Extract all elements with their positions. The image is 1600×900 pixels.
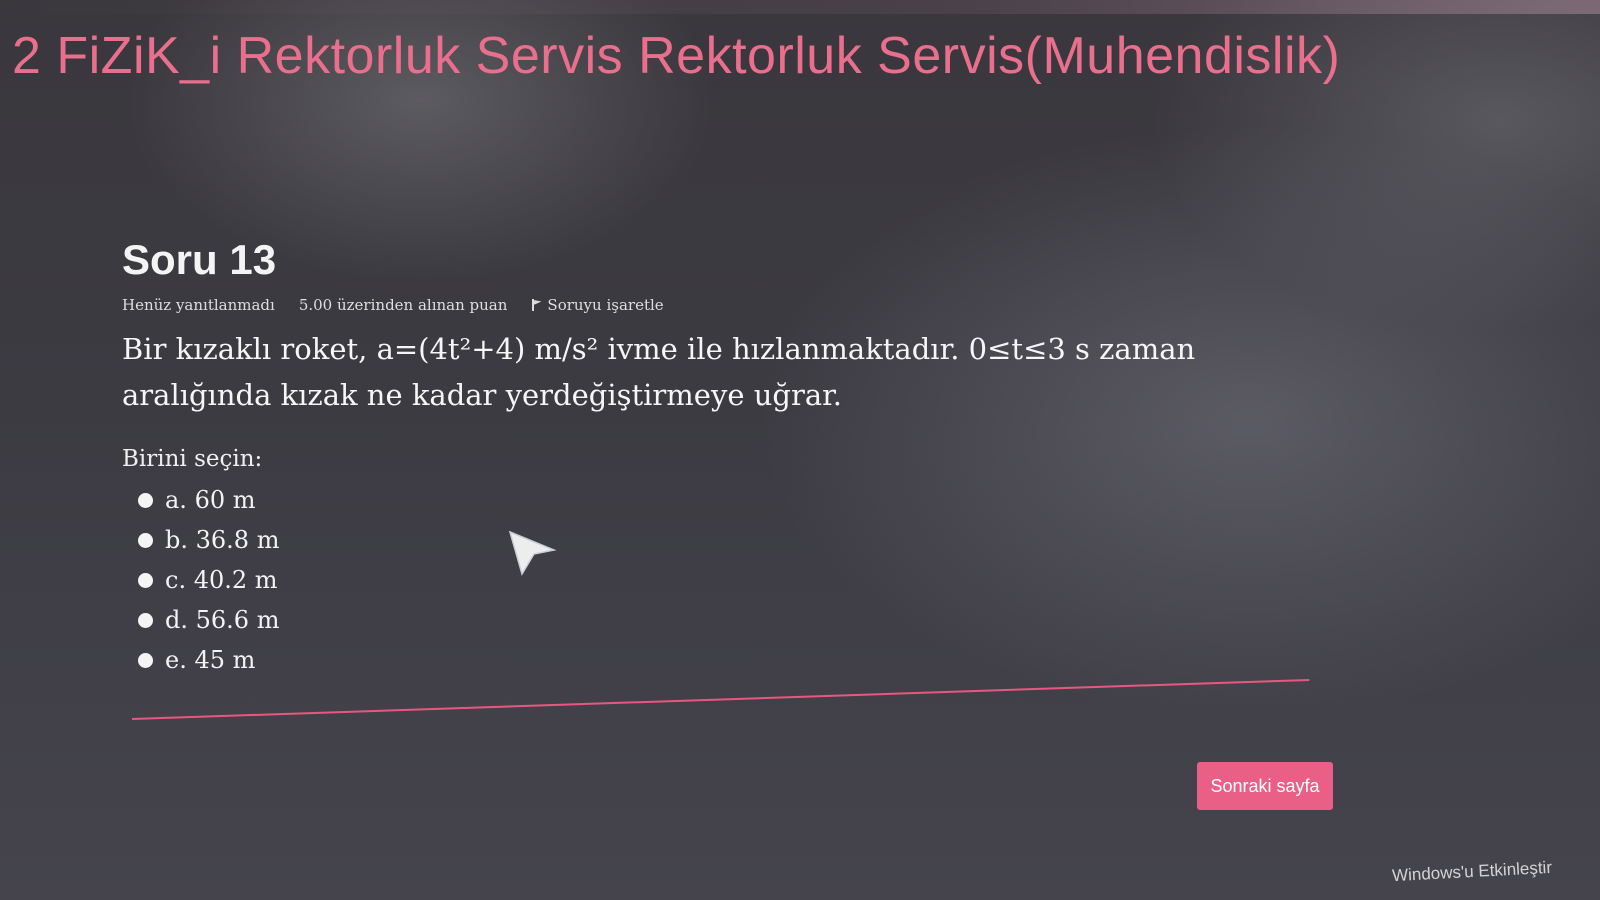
- answer-label: e. 45 m: [165, 646, 256, 674]
- answer-option-b[interactable]: b. 36.8 m: [122, 520, 1342, 560]
- next-page-button[interactable]: Sonraki sayfa: [1197, 762, 1333, 810]
- question-info: Henüz yanıtlanmadı 5.00 üzerinden alınan…: [122, 296, 1342, 314]
- flag-question-link[interactable]: Soruyu işaretle: [531, 296, 664, 314]
- answer-option-d[interactable]: d. 56.6 m: [122, 600, 1342, 640]
- radio-button-icon[interactable]: [138, 532, 153, 548]
- section-divider: [131, 678, 1310, 720]
- answer-label: c. 40.2 m: [165, 566, 278, 594]
- course-title: 2 FiZiK_i Rektorluk Servis Rektorluk Ser…: [12, 27, 1341, 85]
- answer-option-c[interactable]: c. 40.2 m: [122, 560, 1342, 600]
- radio-button-icon[interactable]: [138, 572, 153, 588]
- answer-prompt: Birini seçin:: [122, 446, 263, 472]
- question-block: Soru 13 Henüz yanıtlanmadı 5.00 üzerinde…: [122, 236, 1342, 680]
- mouse-pointer-icon: [508, 530, 557, 576]
- question-status: Henüz yanıtlanmadı: [122, 296, 275, 314]
- answer-label: b. 36.8 m: [165, 526, 280, 554]
- radio-button-icon[interactable]: [138, 492, 153, 508]
- radio-button-icon[interactable]: [138, 612, 153, 628]
- flag-icon: [531, 299, 541, 311]
- answer-label: d. 56.6 m: [165, 606, 280, 634]
- question-points: 5.00 üzerinden alınan puan: [298, 296, 508, 314]
- answer-list: a. 60 m b. 36.8 m c. 40.2 m d. 56.6 m e.…: [122, 480, 1342, 680]
- flag-question-label: Soruyu işaretle: [547, 296, 664, 314]
- windows-activation-watermark: Windows'u Etkinleştir: [1391, 857, 1553, 886]
- question-number: Soru 13: [122, 236, 277, 283]
- answer-option-a[interactable]: a. 60 m: [122, 480, 1342, 520]
- question-text: Bir kızaklı roket, a=(4t²+4) m/s² ivme i…: [122, 332, 1196, 412]
- radio-button-icon[interactable]: [138, 652, 153, 668]
- top-strip: [0, 0, 1600, 14]
- answer-option-e[interactable]: e. 45 m: [122, 640, 1342, 680]
- answer-label: a. 60 m: [165, 486, 256, 514]
